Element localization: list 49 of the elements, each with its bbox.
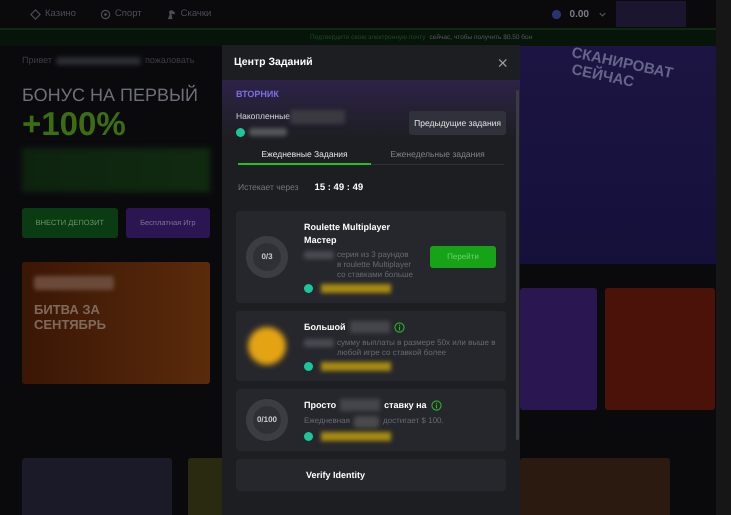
bonus-amount: +100% [22,106,127,140]
blurred-text [304,251,334,260]
hero-title: БОНУС НА ПЕРВЫЙ [22,84,198,106]
horse-icon [166,8,177,20]
coin-icon [304,362,313,371]
coin-icon [236,128,245,136]
task-description: достигает $ 100. [382,416,444,426]
nav-link[interactable]: Казино [45,6,76,22]
day-label: ВТОРНИК [236,88,280,101]
coin-icon [304,432,313,441]
progress-ring: 0/100 [246,398,288,441]
expires-label: Истекает через [238,181,299,194]
task-title: Большой [304,321,346,334]
avatar-panel [616,1,686,27]
progress-ring: 0/3 [246,236,288,278]
blurred-text [354,416,379,428]
blurred-text [350,321,390,334]
coin-icon [550,8,562,20]
previous-tasks-button[interactable]: Предыдущие задания [409,110,506,136]
task-description: сумму выплаты в размере 50x или выше в любой игре со ставкой более [337,338,496,358]
dialog-title: Центр Заданий [234,54,313,70]
blurred-reward [321,432,391,441]
coin-icon [304,284,313,294]
task-description: серия из 3 раундов в roulette Multiplayer со ставками больше [337,250,414,280]
blurred-reward [321,362,391,371]
blurred-reward [321,284,391,294]
coin-icon [248,326,286,365]
task-title: ставку на [384,398,427,412]
diamond-icon [30,8,41,20]
scrollbar[interactable] [716,0,731,515]
blurred-text [304,338,334,347]
blurred-amount [249,128,287,136]
task-title: Roulette Multiplayer Мастер [304,220,392,246]
close-button[interactable]: × [497,54,508,72]
countdown-timer: 15 : 49 : 49 [314,180,364,195]
task-title: Просто [304,398,336,412]
tab[interactable]: Еженедельные задания [371,144,504,165]
scrollbar[interactable] [516,90,519,440]
task-description: Ежедневная [304,416,350,426]
blurred-text [290,110,345,124]
nav-link[interactable]: Спорт [114,6,142,22]
blurred-text [340,399,380,412]
tab[interactable]: Ежедневные Задания [238,144,371,165]
task-title: Verify Identity [306,468,366,482]
accumulated-label: Накопленные [236,110,290,123]
ball-icon [100,8,111,20]
nav-link[interactable]: Скачки [180,6,212,22]
balance: 0.00 [570,8,589,22]
promo-title: БИТВА ЗА СЕНТЯБРЬ [34,302,107,334]
